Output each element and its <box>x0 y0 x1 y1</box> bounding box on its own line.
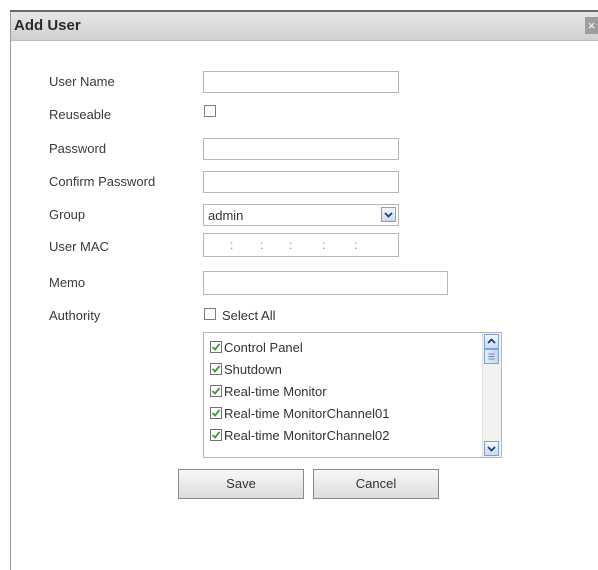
dialog-titlebar: Add User × <box>11 12 598 41</box>
checkbox-checked-icon[interactable] <box>210 363 222 375</box>
select-all-label[interactable]: Select All <box>222 308 275 323</box>
mac-separator: : <box>260 238 264 252</box>
dialog-title: Add User <box>14 17 81 34</box>
confirm-password-input[interactable] <box>203 171 399 193</box>
checkbox-checked-icon[interactable] <box>210 429 222 441</box>
list-item-label: Real-time Monitor <box>224 384 327 399</box>
user-mac-input[interactable]: : : : : : <box>203 233 399 257</box>
password-label: Password <box>49 141 107 156</box>
memo-label: Memo <box>49 275 86 290</box>
add-user-dialog: Add User × User Name Reuseable Password … <box>10 12 598 570</box>
checkbox-checked-icon[interactable] <box>210 407 222 419</box>
memo-input[interactable] <box>203 271 448 295</box>
group-label: Group <box>49 207 86 222</box>
mac-separator: : <box>354 238 358 252</box>
mac-separator: : <box>289 238 293 252</box>
scroll-up-icon[interactable] <box>484 334 499 349</box>
save-button[interactable]: Save <box>178 469 304 499</box>
user-mac-label: User MAC <box>49 239 109 254</box>
scroll-thumb[interactable] <box>484 349 499 364</box>
group-selected-value: admin <box>208 208 244 223</box>
mac-separator: : <box>230 238 234 252</box>
reuseable-checkbox[interactable] <box>204 105 216 117</box>
list-item-label: Shutdown <box>224 362 282 377</box>
user-name-label: User Name <box>49 74 115 89</box>
authority-scrollbar[interactable] <box>482 333 501 457</box>
authority-list[interactable]: Control Panel Shutdown Real-time Monitor… <box>203 332 502 458</box>
scroll-down-icon[interactable] <box>484 441 499 456</box>
list-item-label: Real-time MonitorChannel01 <box>224 406 390 421</box>
select-all-checkbox[interactable] <box>204 308 216 320</box>
password-input[interactable] <box>203 138 399 160</box>
authority-label: Authority <box>49 308 101 323</box>
chevron-down-icon[interactable] <box>381 207 396 222</box>
confirm-password-label: Confirm Password <box>49 174 156 189</box>
user-name-input[interactable] <box>203 71 399 93</box>
group-select[interactable]: admin <box>203 204 399 226</box>
close-icon[interactable]: × <box>585 17 598 34</box>
checkbox-checked-icon[interactable] <box>210 341 222 353</box>
mac-separator: : <box>322 238 326 252</box>
cancel-button[interactable]: Cancel <box>313 469 439 499</box>
reuseable-label: Reuseable <box>49 107 112 122</box>
list-item-label: Real-time MonitorChannel02 <box>224 428 390 443</box>
list-item-label: Control Panel <box>224 340 303 355</box>
checkbox-checked-icon[interactable] <box>210 385 222 397</box>
